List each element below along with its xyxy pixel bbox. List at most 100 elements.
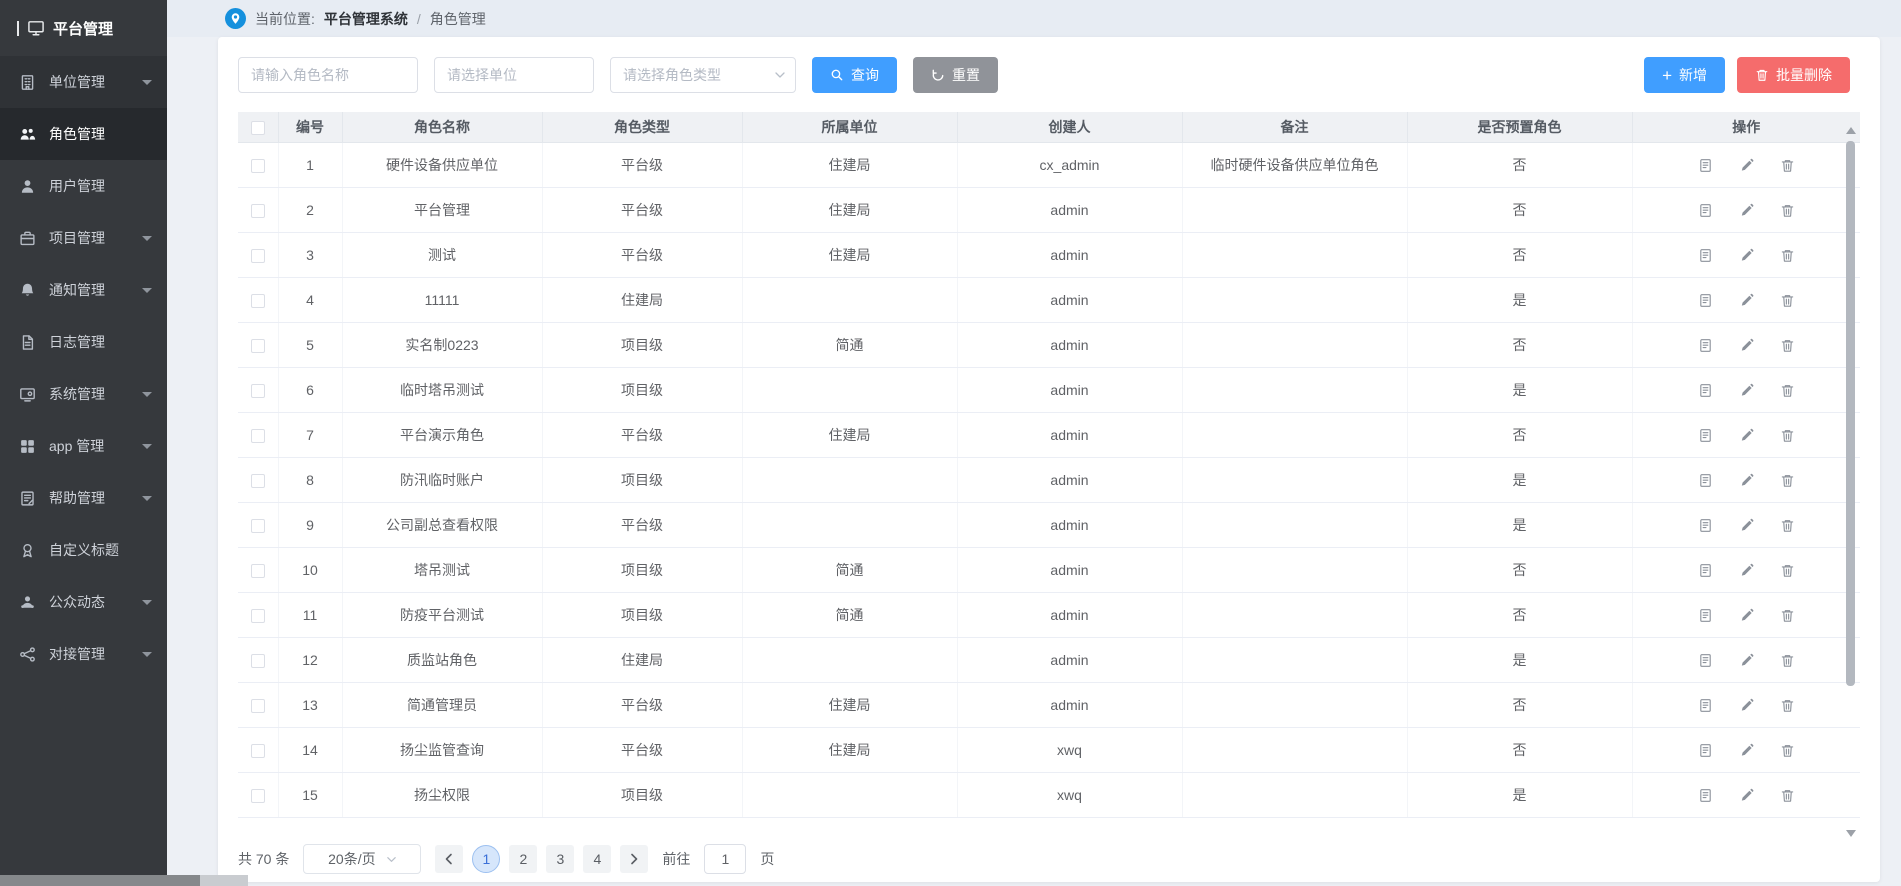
- page-number-2[interactable]: 2: [509, 845, 537, 873]
- sidebar-item-日志管理[interactable]: 日志管理: [0, 316, 167, 368]
- scroll-up-arrow-icon[interactable]: [1846, 127, 1856, 134]
- page-number-3[interactable]: 3: [546, 845, 574, 873]
- delete-icon[interactable]: [1780, 293, 1795, 308]
- sidebar-item-单位管理[interactable]: 单位管理: [0, 56, 167, 108]
- view-icon[interactable]: [1698, 203, 1713, 218]
- edit-icon[interactable]: [1739, 473, 1754, 488]
- edit-icon[interactable]: [1739, 608, 1754, 623]
- row-checkbox[interactable]: [251, 609, 265, 623]
- view-icon[interactable]: [1698, 293, 1713, 308]
- row-checkbox[interactable]: [251, 384, 265, 398]
- view-icon[interactable]: [1698, 518, 1713, 533]
- add-button[interactable]: + 新增: [1644, 57, 1725, 93]
- sidebar-item-角色管理[interactable]: 角色管理: [0, 108, 167, 160]
- unit-select-input[interactable]: [434, 57, 594, 93]
- row-checkbox[interactable]: [251, 789, 265, 803]
- edit-icon[interactable]: [1739, 698, 1754, 713]
- delete-icon[interactable]: [1780, 743, 1795, 758]
- delete-icon[interactable]: [1780, 563, 1795, 578]
- delete-icon[interactable]: [1780, 608, 1795, 623]
- page-number-1[interactable]: 1: [472, 845, 500, 873]
- role-name-input[interactable]: [238, 57, 418, 93]
- view-icon[interactable]: [1698, 698, 1713, 713]
- prev-page-button[interactable]: [435, 845, 463, 873]
- delete-icon[interactable]: [1780, 518, 1795, 533]
- sidebar-item-app 管理[interactable]: app 管理: [0, 420, 167, 472]
- edit-icon[interactable]: [1739, 293, 1754, 308]
- view-icon[interactable]: [1698, 248, 1713, 263]
- sidebar-item-自定义标题[interactable]: 自定义标题: [0, 524, 167, 576]
- row-checkbox[interactable]: [251, 249, 265, 263]
- edit-icon[interactable]: [1739, 248, 1754, 263]
- row-checkbox[interactable]: [251, 699, 265, 713]
- view-icon[interactable]: [1698, 563, 1713, 578]
- sidebar-item-项目管理[interactable]: 项目管理: [0, 212, 167, 264]
- edit-icon[interactable]: [1739, 743, 1754, 758]
- scroll-down-arrow-icon[interactable]: [1846, 830, 1856, 837]
- edit-icon[interactable]: [1739, 653, 1754, 668]
- sidebar-item-帮助管理[interactable]: 帮助管理: [0, 472, 167, 524]
- view-icon[interactable]: [1698, 158, 1713, 173]
- edit-icon[interactable]: [1739, 158, 1754, 173]
- page-size-select[interactable]: 20条/页: [303, 844, 421, 874]
- row-checkbox[interactable]: [251, 159, 265, 173]
- row-checkbox[interactable]: [251, 519, 265, 533]
- batch-delete-button[interactable]: 批量删除: [1737, 57, 1850, 93]
- view-icon[interactable]: [1698, 608, 1713, 623]
- vertical-scrollbar-thumb[interactable]: [1846, 141, 1855, 686]
- delete-icon[interactable]: [1780, 653, 1795, 668]
- unit-select[interactable]: [434, 57, 594, 93]
- view-icon[interactable]: [1698, 383, 1713, 398]
- reset-button[interactable]: 重置: [913, 57, 998, 93]
- row-checkbox[interactable]: [251, 339, 265, 353]
- search-button[interactable]: 查询: [812, 57, 897, 93]
- row-checkbox[interactable]: [251, 204, 265, 218]
- delete-icon[interactable]: [1780, 203, 1795, 218]
- view-icon[interactable]: [1698, 428, 1713, 443]
- cell-actions: [1632, 502, 1860, 547]
- sidebar-item-通知管理[interactable]: 通知管理: [0, 264, 167, 316]
- row-checkbox[interactable]: [251, 654, 265, 668]
- delete-icon[interactable]: [1780, 338, 1795, 353]
- view-icon[interactable]: [1698, 338, 1713, 353]
- delete-icon[interactable]: [1780, 788, 1795, 803]
- delete-icon[interactable]: [1780, 158, 1795, 173]
- edit-icon[interactable]: [1739, 203, 1754, 218]
- edit-icon[interactable]: [1739, 338, 1754, 353]
- row-checkbox[interactable]: [251, 294, 265, 308]
- column-header: 是否预置角色: [1407, 112, 1632, 142]
- role-type-select[interactable]: [610, 57, 796, 93]
- delete-icon[interactable]: [1780, 383, 1795, 398]
- next-page-button[interactable]: [620, 845, 648, 873]
- view-icon[interactable]: [1698, 788, 1713, 803]
- sidebar-item-用户管理[interactable]: 用户管理: [0, 160, 167, 212]
- cell-unit: [742, 772, 957, 817]
- view-icon[interactable]: [1698, 653, 1713, 668]
- sidebar-item-对接管理[interactable]: 对接管理: [0, 628, 167, 680]
- select-all-checkbox[interactable]: [251, 121, 265, 135]
- sidebar-item-公众动态[interactable]: 公众动态: [0, 576, 167, 628]
- edit-icon[interactable]: [1739, 428, 1754, 443]
- edit-icon[interactable]: [1739, 788, 1754, 803]
- view-icon[interactable]: [1698, 743, 1713, 758]
- role-type-select-input[interactable]: [610, 57, 796, 93]
- edit-icon[interactable]: [1739, 383, 1754, 398]
- delete-icon[interactable]: [1780, 473, 1795, 488]
- delete-icon[interactable]: [1780, 248, 1795, 263]
- row-checkbox[interactable]: [251, 429, 265, 443]
- goto-page-input[interactable]: [704, 844, 746, 874]
- delete-icon[interactable]: [1780, 428, 1795, 443]
- delete-icon[interactable]: [1780, 698, 1795, 713]
- breadcrumb-root[interactable]: 平台管理系统: [324, 9, 408, 29]
- vertical-scrollbar[interactable]: [1844, 125, 1857, 839]
- row-checkbox[interactable]: [251, 744, 265, 758]
- edit-icon[interactable]: [1739, 563, 1754, 578]
- horizontal-scrollbar-thumb[interactable]: [0, 875, 200, 886]
- edit-icon[interactable]: [1739, 518, 1754, 533]
- page-number-4[interactable]: 4: [583, 845, 611, 873]
- horizontal-scrollbar[interactable]: [0, 875, 1901, 886]
- row-checkbox[interactable]: [251, 564, 265, 578]
- sidebar-item-系统管理[interactable]: 系统管理: [0, 368, 167, 420]
- view-icon[interactable]: [1698, 473, 1713, 488]
- row-checkbox[interactable]: [251, 474, 265, 488]
